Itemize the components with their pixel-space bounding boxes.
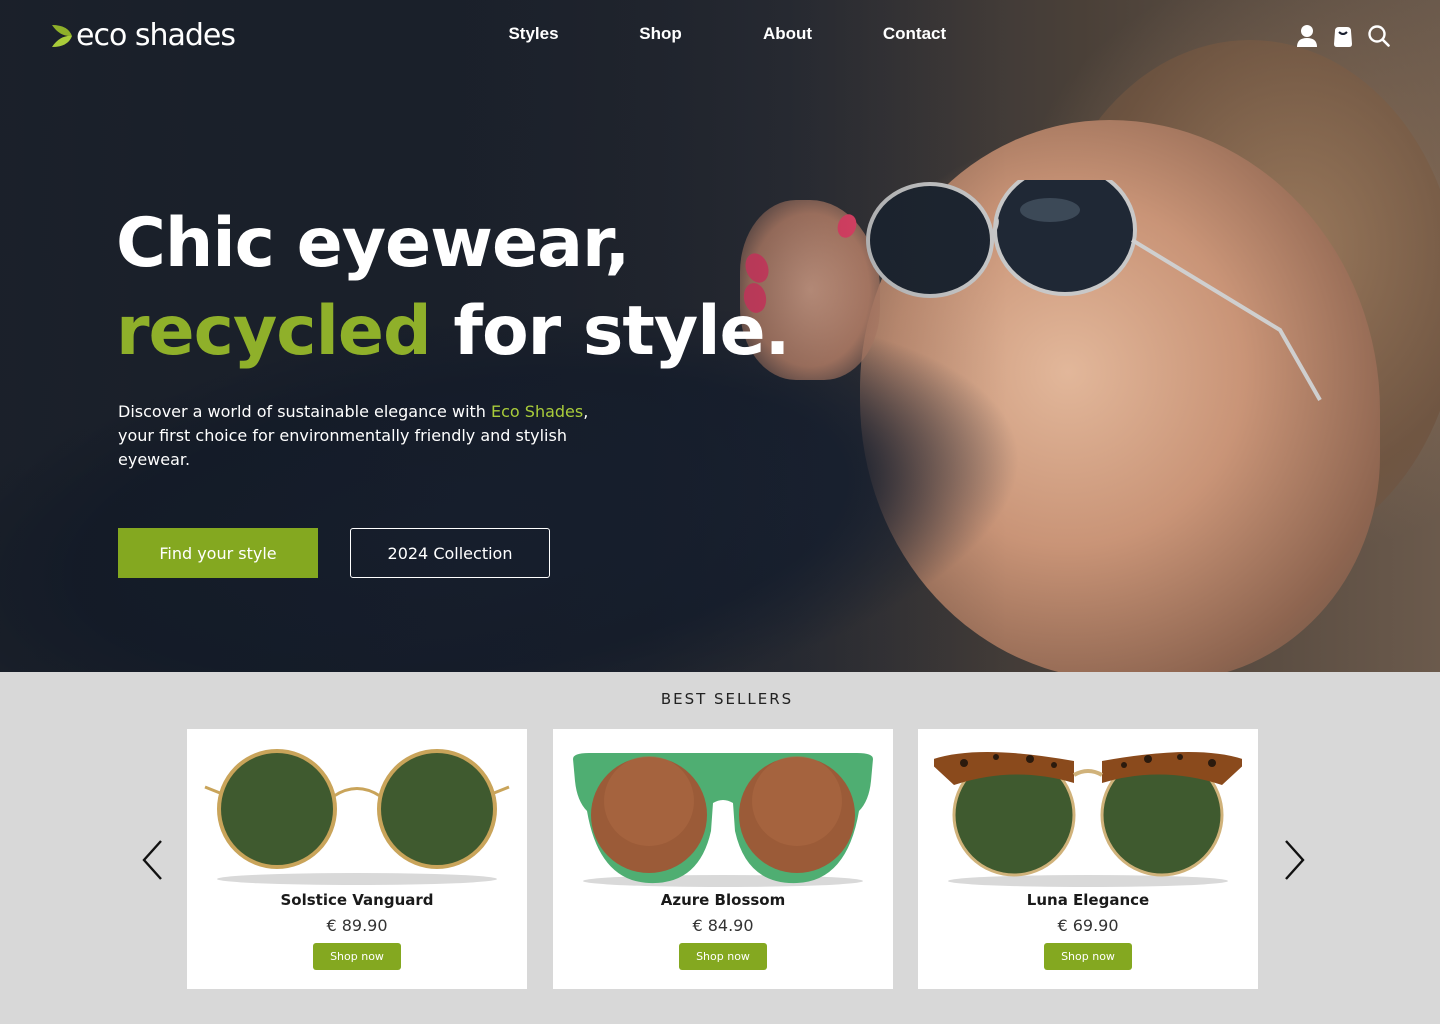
- shop-now-button[interactable]: Shop now: [313, 943, 401, 970]
- user-icon[interactable]: [1296, 24, 1318, 48]
- hero-lead-brand: Eco Shades: [491, 402, 584, 421]
- shop-now-button[interactable]: Shop now: [679, 943, 767, 970]
- product-price: € 69.90: [1057, 916, 1119, 935]
- hero-headline: Chic eyewear, recycled for style.: [116, 204, 790, 371]
- nav-link-about[interactable]: About: [724, 24, 851, 44]
- carousel-prev-button[interactable]: [139, 838, 167, 882]
- product-price: € 89.90: [326, 916, 388, 935]
- nav-actions: [1296, 24, 1390, 48]
- product-image-green-acetate-sunglasses: [573, 753, 873, 887]
- main-menu: Styles Shop About Contact: [470, 24, 978, 44]
- hero-banner: Chic eyewear, recycled for style. Discov…: [0, 0, 1440, 672]
- hero-headline-accent: recycled: [116, 292, 432, 371]
- brand-logo-text: eco shades: [76, 18, 236, 53]
- search-icon[interactable]: [1368, 24, 1390, 48]
- product-name: Solstice Vanguard: [280, 891, 434, 909]
- find-your-style-button[interactable]: Find your style: [118, 528, 318, 578]
- carousel-next-button[interactable]: [1280, 838, 1308, 882]
- product-card[interactable]: Azure Blossom € 84.90 Shop now: [553, 729, 893, 989]
- product-name: Azure Blossom: [660, 891, 786, 909]
- hero-lead: Discover a world of sustainable elegance…: [118, 402, 589, 469]
- chevron-left-icon: [142, 840, 162, 880]
- product-price: € 84.90: [692, 916, 754, 935]
- shopping-bag-icon[interactable]: [1332, 24, 1354, 48]
- product-name: Luna Elegance: [1026, 891, 1150, 909]
- chevron-right-icon: [1285, 840, 1305, 880]
- nav-link-styles[interactable]: Styles: [470, 24, 597, 44]
- brand-logo[interactable]: eco shades: [50, 18, 236, 54]
- product-card[interactable]: Solstice Vanguard € 89.90 Shop now: [187, 729, 527, 989]
- product-card[interactable]: Luna Elegance € 69.90 Shop now: [918, 729, 1258, 989]
- leaf-icon: [52, 25, 72, 47]
- nav-link-contact[interactable]: Contact: [851, 24, 978, 44]
- collection-2024-button[interactable]: 2024 Collection: [350, 528, 550, 578]
- top-navigation: eco shades Styles Shop About Contact: [0, 0, 1440, 72]
- product-image-round-metal-sunglasses: [204, 749, 510, 885]
- product-image-tortoise-clubround-sunglasses: [934, 752, 1242, 887]
- best-sellers-title: BEST SELLERS: [660, 690, 794, 708]
- nav-link-shop[interactable]: Shop: [597, 24, 724, 44]
- shop-now-button[interactable]: Shop now: [1044, 943, 1132, 970]
